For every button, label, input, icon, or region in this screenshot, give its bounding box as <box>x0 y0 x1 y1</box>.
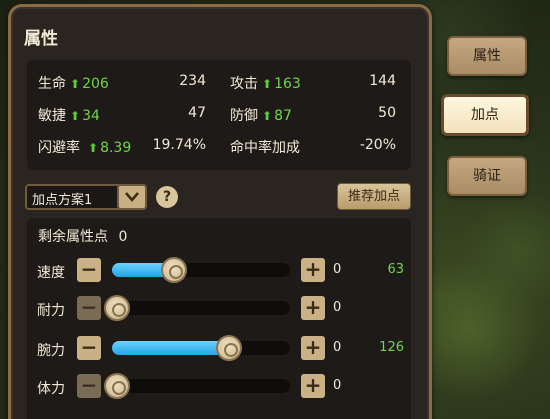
plus-button[interactable]: + <box>301 258 325 282</box>
stat-gain: 163 <box>274 76 301 92</box>
stat-gain: 34 <box>82 108 100 124</box>
attribute-slider[interactable] <box>104 295 290 321</box>
attribute-total: 126 <box>379 340 404 355</box>
stat-evasion: 闪避率 ⬆ 8.39 <box>38 137 131 157</box>
stat-value: 50 <box>378 105 396 121</box>
recommend-button[interactable]: 推荐加点 <box>337 183 411 210</box>
stat-value: 19.74% <box>152 137 206 153</box>
stat-name: 生命 <box>38 76 66 92</box>
stat-hit-bonus: 命中率加成 <box>230 137 300 157</box>
added-points: 0 <box>333 262 342 277</box>
stat-value: 144 <box>369 73 396 89</box>
arrow-up-icon: ⬆ <box>70 109 81 123</box>
minus-button[interactable]: − <box>77 336 101 360</box>
added-points: 0 <box>333 300 342 315</box>
attribute-slider[interactable] <box>112 257 290 283</box>
stat-name: 攻击 <box>230 76 258 92</box>
stat-name: 闪避率 <box>38 140 80 156</box>
remaining-label: 剩余属性点 <box>38 229 108 245</box>
stat-hp: 生命 ⬆ 206 <box>38 73 109 93</box>
stat-gain: 87 <box>274 108 292 124</box>
added-points: 0 <box>333 378 342 393</box>
stat-value: 234 <box>179 73 206 89</box>
attribute-total: 63 <box>387 262 404 277</box>
help-button[interactable]: ? <box>156 186 178 208</box>
attribute-slider[interactable] <box>104 373 290 399</box>
stat-gain: 206 <box>82 76 109 92</box>
tab-attributes[interactable]: 属性 <box>447 36 527 76</box>
chevron-down-icon[interactable] <box>117 184 147 210</box>
tab-allocate[interactable]: 加点 <box>441 94 529 136</box>
minus-button[interactable]: − <box>77 296 101 320</box>
arrow-up-icon: ⬆ <box>70 77 81 91</box>
arrow-up-icon: ⬆ <box>262 109 273 123</box>
scheme-select-value: 加点方案1 <box>32 193 93 208</box>
stat-name: 命中率加成 <box>230 140 300 156</box>
slider-handle[interactable] <box>104 373 130 399</box>
slider-handle[interactable] <box>216 335 242 361</box>
stat-value: -20% <box>359 137 396 153</box>
stat-attack: 攻击 ⬆ 163 <box>230 73 301 93</box>
slider-handle[interactable] <box>104 295 130 321</box>
stat-defense: 防御 ⬆ 87 <box>230 105 292 125</box>
attribute-label: 耐力 <box>37 303 65 319</box>
stat-name: 防御 <box>230 108 258 124</box>
attribute-slider[interactable] <box>112 335 290 361</box>
remaining-points: 剩余属性点 0 <box>38 226 127 246</box>
slider-handle[interactable] <box>161 257 187 283</box>
minus-button[interactable]: − <box>77 374 101 398</box>
page-title: 属性 <box>24 29 58 49</box>
tab-mount[interactable]: 骑证 <box>447 156 527 196</box>
stat-gain: 8.39 <box>100 140 132 156</box>
attribute-label: 体力 <box>37 381 65 397</box>
minus-button[interactable]: − <box>77 258 101 282</box>
attribute-label: 速度 <box>37 265 65 281</box>
arrow-up-icon: ⬆ <box>262 77 273 91</box>
plus-button[interactable]: + <box>301 374 325 398</box>
stat-name: 敏捷 <box>38 108 66 124</box>
slider-fill <box>112 341 229 355</box>
arrow-up-icon: ⬆ <box>88 141 99 155</box>
stat-agility: 敏捷 ⬆ 34 <box>38 105 100 125</box>
plus-button[interactable]: + <box>301 296 325 320</box>
plus-button[interactable]: + <box>301 336 325 360</box>
added-points: 0 <box>333 340 342 355</box>
attribute-label: 腕力 <box>37 343 65 359</box>
stat-value: 47 <box>188 105 206 121</box>
remaining-value: 0 <box>118 229 128 245</box>
